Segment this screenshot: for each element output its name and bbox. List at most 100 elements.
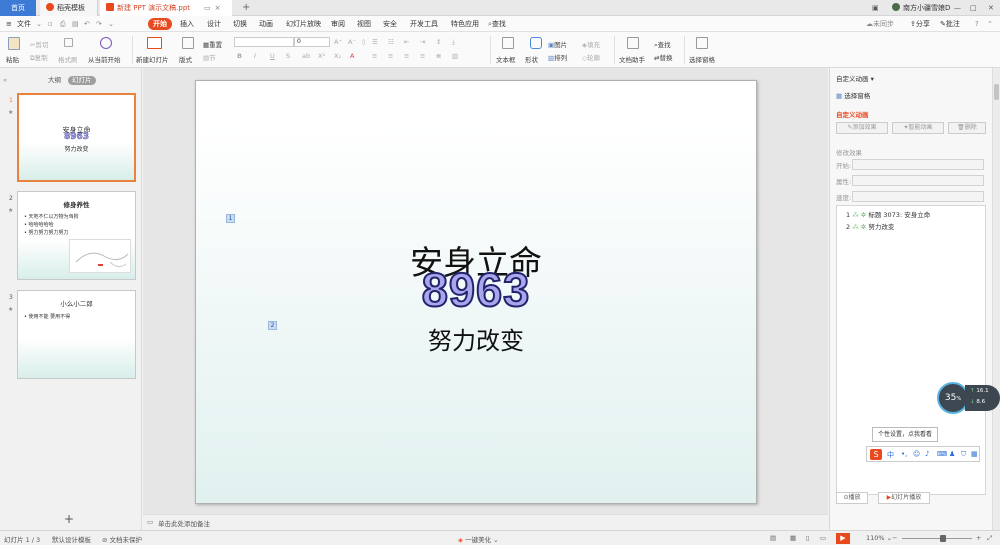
menu-design[interactable]: 设计: [207, 18, 221, 30]
maximize-icon[interactable]: □: [964, 0, 983, 16]
animation-tag[interactable]: 1: [226, 214, 235, 223]
undo-icon[interactable]: ↶: [84, 18, 90, 30]
reading-view-icon[interactable]: ▯: [806, 534, 810, 542]
speed-widget[interactable]: ↑ 16.1 ↓ 8.6: [965, 385, 1000, 411]
play-slideshow-icon[interactable]: ▶: [836, 533, 850, 544]
font-name-input[interactable]: [234, 37, 294, 47]
close-icon[interactable]: ✕: [982, 0, 1000, 16]
zoom-level[interactable]: 110% ⌄: [866, 534, 892, 542]
collapse-panel-icon[interactable]: «: [3, 76, 7, 84]
help-icon[interactable]: ?: [975, 18, 979, 30]
indent-icon[interactable]: ⇥: [420, 38, 425, 46]
select-pane-button[interactable]: 选择窗格: [689, 54, 715, 64]
notes-placeholder[interactable]: 单击此处添加备注: [158, 518, 210, 528]
slide-thumbnail-3[interactable]: 小么小二郎 • 使用不能 要用不得: [17, 290, 136, 379]
align-right-icon[interactable]: ≡: [404, 52, 409, 60]
tab-template[interactable]: 稻壳模板: [40, 0, 98, 16]
scrollbar-thumb[interactable]: [994, 84, 999, 100]
replace-button[interactable]: ⇄替换: [654, 52, 672, 62]
clear-format-icon[interactable]: ◊: [362, 38, 365, 46]
new-slide-icon[interactable]: [147, 37, 162, 49]
comment-button[interactable]: ✎批注: [940, 18, 960, 30]
outline-button[interactable]: ◇轮廓: [582, 52, 600, 62]
sync-status[interactable]: ☁未同步: [866, 18, 894, 30]
menu-slideshow[interactable]: 幻灯片放映: [286, 18, 321, 30]
select-pane-icon[interactable]: [696, 37, 708, 49]
new-slide-button[interactable]: 新建幻灯片: [136, 54, 169, 64]
add-slide-icon[interactable]: +: [64, 512, 74, 526]
menu-insert[interactable]: 插入: [180, 18, 194, 30]
file-menu[interactable]: 文件: [17, 18, 31, 30]
ime-shirt-icon[interactable]: ⛉: [961, 450, 966, 459]
picture-button[interactable]: ▣图片: [548, 39, 567, 49]
zoom-in-icon[interactable]: +: [976, 534, 981, 542]
fit-window-icon[interactable]: ⤢: [987, 534, 992, 543]
share-button[interactable]: ⇪分享: [910, 18, 930, 30]
italic-icon[interactable]: I: [254, 52, 256, 60]
menu-transition[interactable]: 切换: [233, 18, 247, 30]
collapse-ribbon-icon[interactable]: ⌃: [987, 18, 993, 30]
user-account[interactable]: 南方小疆雪娘D: [886, 0, 956, 16]
font-color-icon[interactable]: A: [350, 52, 354, 60]
menu-animation[interactable]: 动画: [259, 18, 273, 30]
pane-title[interactable]: 自定义动画 ▾: [836, 73, 874, 83]
beautify-button[interactable]: ◈ 一键美化 ⌄: [458, 534, 499, 544]
paste-icon[interactable]: [8, 37, 20, 50]
ime-logo-icon[interactable]: S: [870, 449, 882, 460]
numbering-icon[interactable]: ☷: [388, 38, 394, 46]
zoom-slider[interactable]: [902, 538, 972, 539]
align-center-icon[interactable]: ≡: [388, 52, 393, 60]
start-select[interactable]: [852, 159, 984, 170]
search-box[interactable]: ⌕查找: [488, 18, 506, 30]
menu-security[interactable]: 安全: [383, 18, 397, 30]
sorter-view-icon[interactable]: ▦: [790, 534, 796, 542]
tab-document[interactable]: 新建 PPT 演示文稿.ppt ▭ ×: [100, 0, 232, 16]
slide-canvas[interactable]: 1 2 安身立命 8963 努力改变: [195, 80, 757, 504]
ime-keyboard-icon[interactable]: ⌨: [937, 450, 947, 458]
textbox-icon[interactable]: [502, 37, 514, 49]
layout-button[interactable]: 版式: [179, 54, 192, 64]
tab-outline[interactable]: 大纲: [44, 76, 65, 85]
quick-save-icon[interactable]: ▫: [48, 18, 53, 30]
zoom-slider-handle[interactable]: [940, 535, 946, 542]
align-left-icon[interactable]: ≡: [372, 52, 377, 60]
speed-select[interactable]: [852, 191, 984, 202]
tab-home[interactable]: 首页: [0, 0, 36, 16]
slide-subtitle[interactable]: 努力改变: [196, 321, 756, 356]
close-tab-icon[interactable]: ×: [215, 4, 221, 12]
ime-skin-icon[interactable]: ♟: [949, 450, 955, 458]
text-direction-icon[interactable]: ⤓: [452, 38, 455, 47]
layout-icon[interactable]: [182, 37, 194, 49]
list-item[interactable]: 1 ⁂ ✲ 标题 3073: 安身立命: [846, 209, 930, 219]
notes-view-icon[interactable]: ▭: [820, 534, 826, 542]
menu-special[interactable]: 特色应用: [451, 18, 479, 30]
protection-status[interactable]: ⊘ 文档未保护: [102, 534, 142, 544]
arrange-button[interactable]: ▧排列: [548, 52, 567, 62]
menu-start[interactable]: 开始: [148, 18, 172, 30]
subscript-icon[interactable]: X₂: [334, 52, 341, 60]
reset-button[interactable]: ▦重置: [203, 39, 222, 49]
dropdown-icon[interactable]: ⌄: [36, 18, 42, 30]
zoom-out-icon[interactable]: −: [892, 534, 897, 542]
ime-toolbar[interactable]: S 中 •, ☺ ♪ ⌨ ♟ ⛉ ▦: [866, 446, 980, 462]
normal-view-icon[interactable]: ▤: [770, 534, 776, 542]
notes-bar[interactable]: ▭ 单击此处添加备注: [143, 514, 828, 530]
grow-font-icon[interactable]: A⁺: [334, 38, 342, 46]
menu-view[interactable]: 视图: [357, 18, 371, 30]
shadow-icon[interactable]: S: [286, 52, 290, 60]
justify-icon[interactable]: ≡: [420, 52, 425, 60]
slide-thumbnail-1[interactable]: 安身立命 8963 努力改变: [17, 93, 136, 182]
redo-icon[interactable]: ↷: [96, 18, 102, 30]
window-icon[interactable]: ▭: [204, 4, 211, 12]
ime-grid-icon[interactable]: ▦: [971, 450, 978, 458]
superscript-icon[interactable]: X²: [318, 52, 325, 60]
from-current-button[interactable]: 从当前开始: [88, 54, 121, 64]
smart-animation-button[interactable]: ✦智能动画: [892, 122, 944, 134]
slideshow-button[interactable]: ▶幻灯片播放: [878, 492, 930, 504]
columns-icon[interactable]: ▥: [452, 52, 458, 60]
format-painter-button[interactable]: 格式刷: [58, 54, 78, 64]
line-spacing-icon[interactable]: ↕: [436, 38, 441, 46]
bold-icon[interactable]: B: [237, 52, 242, 60]
new-tab-icon[interactable]: +: [236, 0, 256, 16]
menu-developer[interactable]: 开发工具: [410, 18, 438, 30]
